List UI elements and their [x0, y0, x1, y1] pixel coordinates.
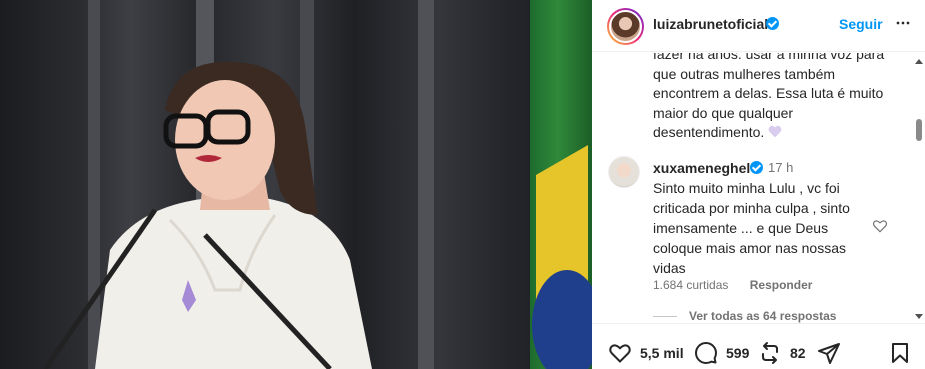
- comment-meta: 1.684 curtidas Responder: [653, 278, 830, 292]
- caption-line: fazer há anos: usar a minha voz para: [653, 53, 885, 62]
- caption-line: que outras mulheres também: [653, 65, 836, 82]
- repost-icon[interactable]: [758, 341, 782, 365]
- purple-heart-icon: [768, 125, 782, 138]
- scroll-thumb[interactable]: [916, 119, 922, 141]
- post-caption: fazer há anos: usar a minha voz para que…: [653, 53, 893, 143]
- post-photo: [0, 0, 592, 369]
- post-side-panel: luizabrunetoficial Seguir fazer há anos:…: [592, 0, 925, 369]
- speaker-figure: [42, 61, 372, 369]
- verified-badge-icon: [766, 17, 779, 30]
- like-heart-icon[interactable]: [608, 341, 632, 365]
- follow-button[interactable]: Seguir: [839, 16, 883, 32]
- reposts-count[interactable]: 82: [790, 345, 806, 361]
- verified-badge-icon: [750, 161, 763, 174]
- comments-scrollbar[interactable]: [912, 53, 925, 323]
- scroll-up-arrow-icon[interactable]: [915, 59, 923, 64]
- reply-button[interactable]: Responder: [750, 278, 813, 292]
- author-username[interactable]: luizabrunetoficial: [653, 16, 768, 32]
- likes-count[interactable]: 5,5 mil: [640, 345, 684, 361]
- bookmark-icon[interactable]: [888, 341, 912, 365]
- caption-line: desentendimento.: [653, 123, 893, 143]
- send-paper-plane-icon[interactable]: [817, 341, 841, 365]
- comment-likes-count[interactable]: 1.684 curtidas: [653, 278, 728, 292]
- comment-bubble-icon[interactable]: [694, 341, 718, 365]
- comment-like-icon[interactable]: [872, 218, 888, 234]
- comments-list: fazer há anos: usar a minha voz para que…: [592, 53, 925, 323]
- comment-time[interactable]: 17 h: [768, 160, 793, 175]
- view-replies-button[interactable]: Ver todas as 64 respostas: [653, 309, 836, 323]
- caption-line: maior do que qualquer: [653, 104, 794, 121]
- scroll-down-arrow-icon[interactable]: [915, 314, 923, 319]
- commenter-avatar[interactable]: [608, 156, 640, 188]
- comments-count[interactable]: 599: [726, 345, 749, 361]
- author-avatar[interactable]: [607, 8, 644, 45]
- action-bar: 5,5 mil 599 82: [592, 323, 925, 369]
- caption-line: encontrem a delas. Essa luta é muito: [653, 85, 884, 101]
- comment-text: Sinto muito minha Lulu , vc foi criticad…: [653, 180, 850, 276]
- more-options-icon[interactable]: [893, 13, 913, 33]
- commenter-username[interactable]: xuxameneghel: [653, 160, 750, 176]
- post-header: luizabrunetoficial Seguir: [592, 0, 925, 52]
